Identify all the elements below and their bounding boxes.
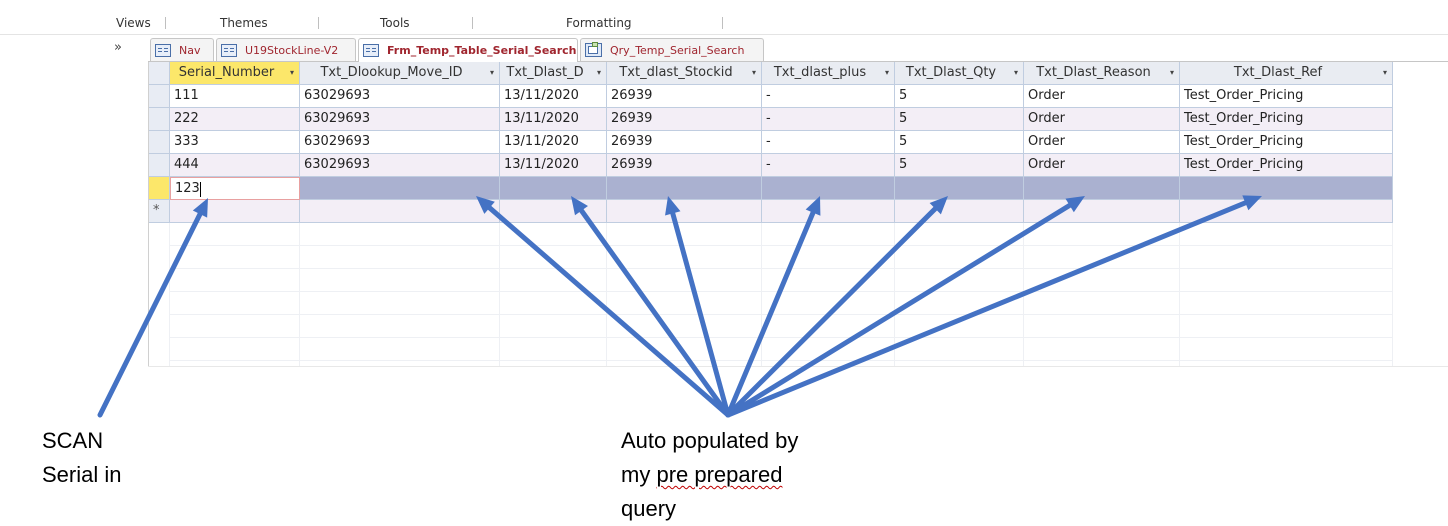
annotation-arrow-shaft bbox=[487, 205, 731, 418]
annotation-arrow-shaft bbox=[725, 202, 1073, 418]
note-line: my pre prepared bbox=[621, 458, 798, 492]
annotation-arrow-head bbox=[665, 196, 681, 216]
auto-populated-note: Auto populated by my pre prepared query bbox=[621, 424, 798, 526]
note-line: Auto populated by bbox=[621, 428, 799, 453]
note-word: my bbox=[621, 462, 651, 487]
note-line: Serial in bbox=[42, 462, 122, 487]
annotation-arrow-shaft bbox=[578, 208, 731, 418]
scan-serial-note: SCAN Serial in bbox=[42, 424, 121, 492]
note-word-misspelled: pre prepared bbox=[656, 462, 783, 487]
note-line: query bbox=[621, 496, 677, 521]
annotation-arrow-shaft bbox=[725, 206, 938, 418]
note-line: SCAN bbox=[42, 428, 104, 453]
annotation-arrow-shaft bbox=[670, 210, 731, 418]
annotation-arrow-shaft bbox=[97, 211, 203, 418]
